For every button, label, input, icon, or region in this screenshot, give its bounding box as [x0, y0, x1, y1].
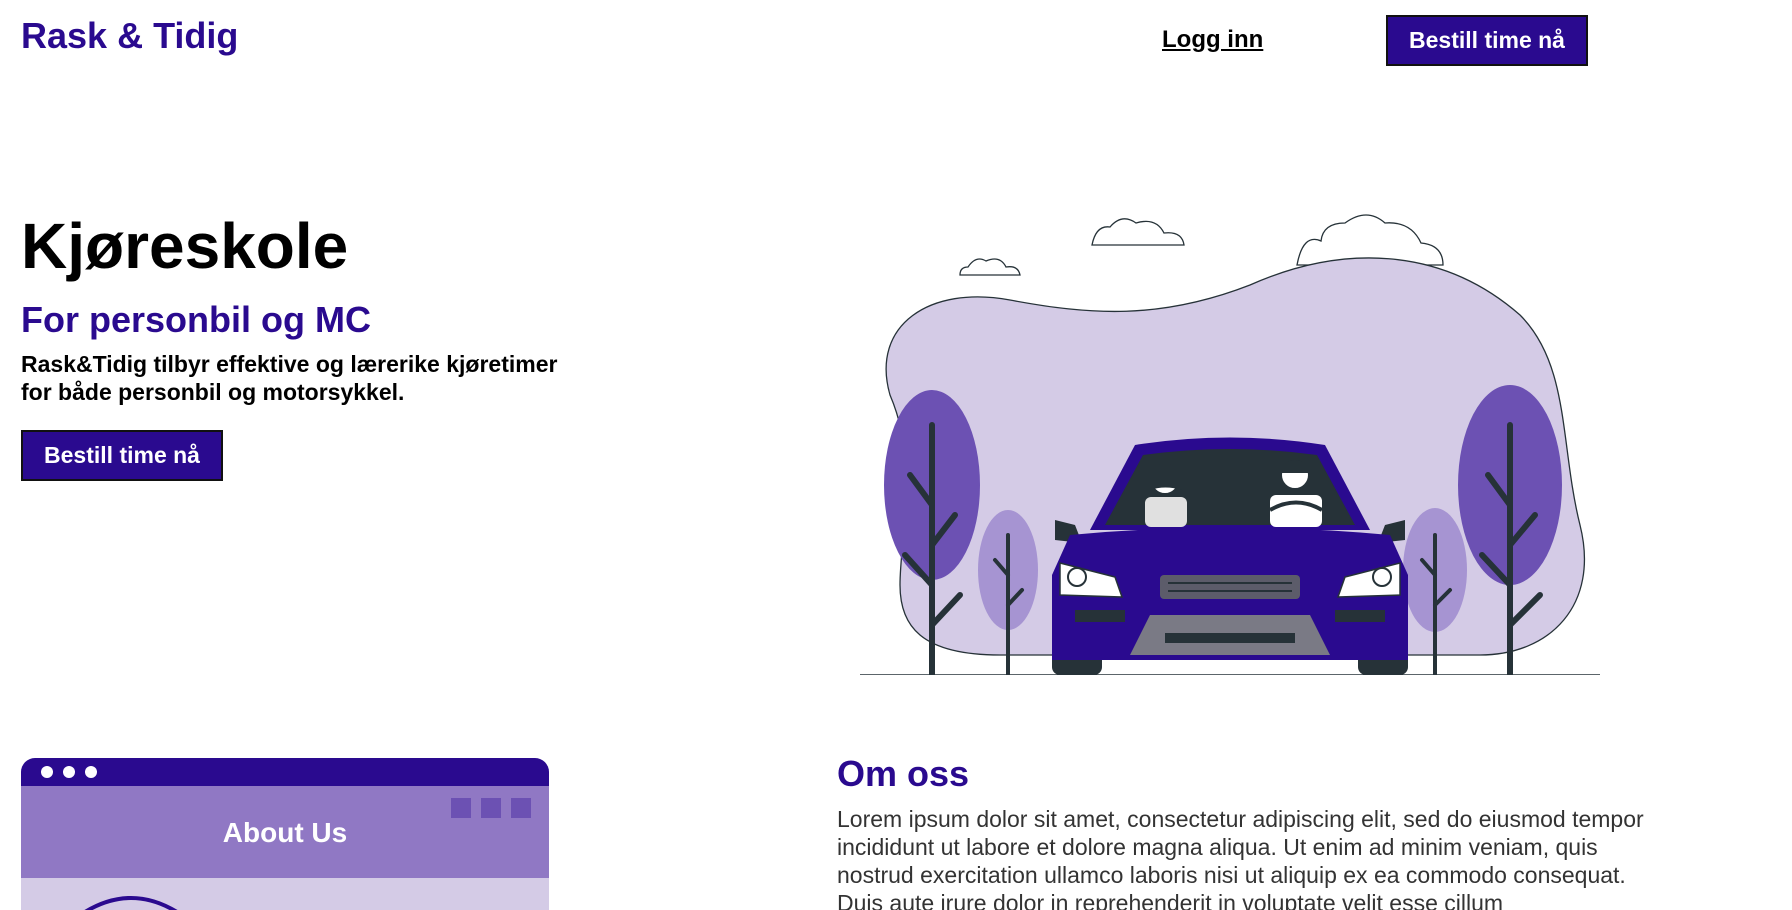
hero-book-button[interactable]: Bestill time nå — [21, 430, 223, 481]
hero-subtitle: For personbil og MC — [21, 299, 371, 340]
about-text: Lorem ipsum dolor sit amet, consectetur … — [837, 806, 1644, 910]
car-driving-lesson-illustration — [860, 214, 1600, 675]
header-book-button[interactable]: Bestill time nå — [1386, 15, 1588, 66]
hero-title: Kjøreskole — [21, 210, 349, 282]
window-dot-icon — [85, 766, 97, 778]
brand-logo[interactable]: Rask & Tidig — [21, 15, 238, 57]
about-title: Om oss — [837, 753, 970, 794]
about-us-card: About Us — [21, 758, 549, 910]
page: Rask & Tidig Logg inn Bestill time nå Kj… — [0, 0, 1792, 910]
hero-description: Rask&Tidig tilbyr effektive og lærerike … — [21, 351, 558, 405]
about-card-label: About Us — [223, 817, 347, 848]
window-dot-icon — [41, 766, 53, 778]
window-dot-icon — [63, 766, 75, 778]
login-link[interactable]: Logg inn — [1162, 26, 1263, 54]
